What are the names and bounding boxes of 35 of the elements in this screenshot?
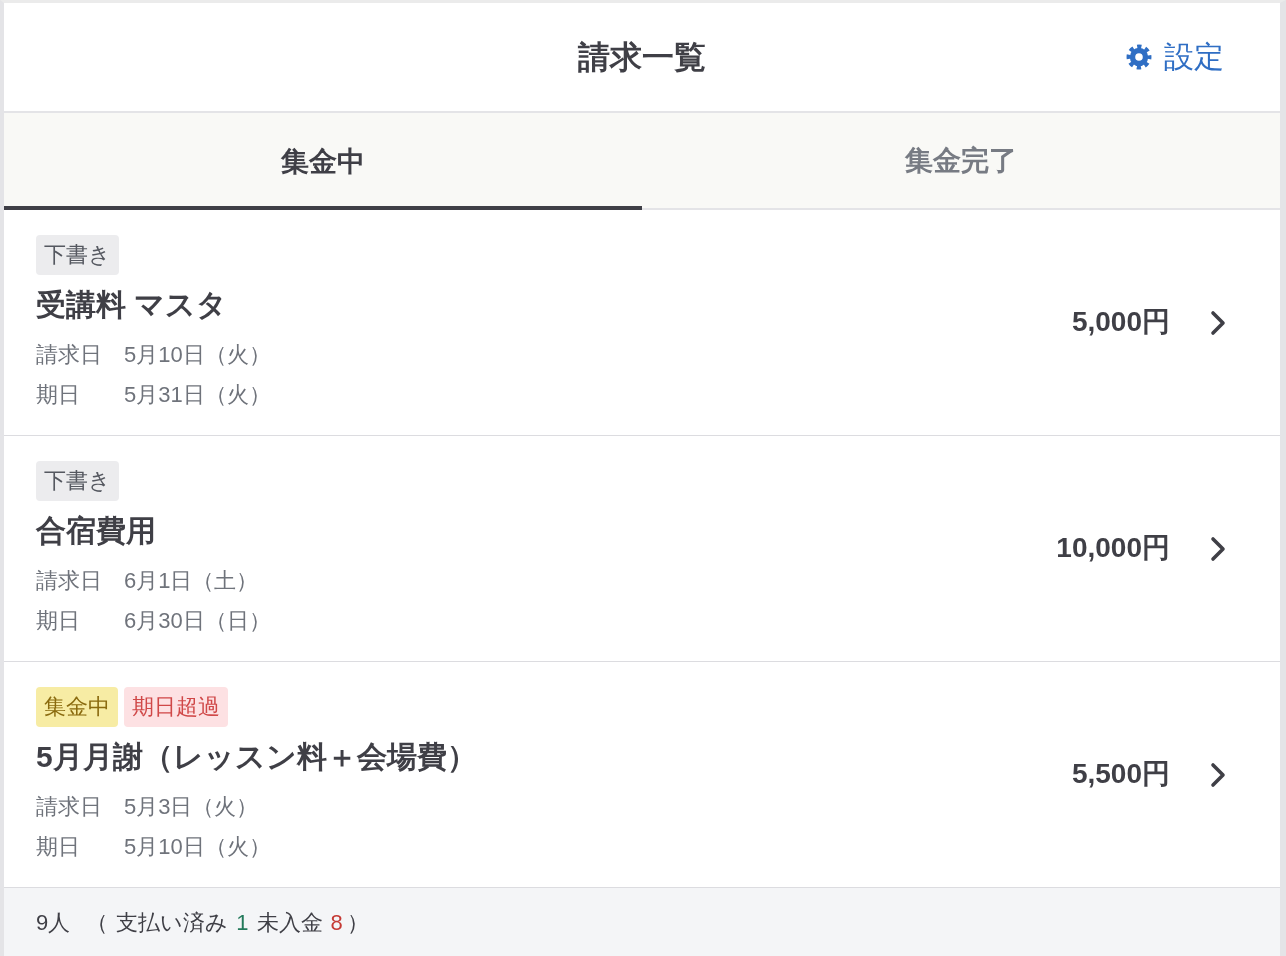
date-label: 期日 [36, 607, 81, 635]
draft-badge: 下書き [36, 460, 119, 501]
invoice-amount: 5,500円 [1071, 756, 1170, 791]
collecting-badge: 集金中 [36, 686, 118, 727]
bracket-text: （ [86, 908, 109, 937]
date-value: 5月31日（火） [124, 381, 271, 409]
chevron-right-icon [1210, 309, 1226, 336]
date-label: 請求日 [36, 793, 103, 821]
settings-icon [1126, 44, 1152, 70]
paid-count: 1 [236, 908, 249, 937]
unpaid-count: 8 [330, 908, 343, 937]
invoice-title: 5月月謝（レッスン料＋会場費） [36, 738, 477, 775]
date-value: 5月3日（火） [124, 793, 259, 821]
invoice-title: 受講料 マスタ [36, 286, 228, 323]
date-value: 5月10日（火） [124, 341, 271, 369]
chevron-right-icon [1210, 535, 1226, 562]
bracket-text: ） [346, 908, 369, 937]
date-value: 6月30日（日） [124, 607, 271, 635]
paid-label: 支払い済み [116, 908, 229, 937]
date-label: 期日 [36, 833, 81, 861]
date-value: 5月10日（火） [124, 833, 271, 861]
member-count: 9人 [36, 908, 71, 937]
date-label: 請求日 [36, 567, 103, 595]
draft-badge: 下書き [36, 234, 119, 275]
date-label: 期日 [36, 381, 81, 409]
overdue-badge: 期日超過 [124, 686, 228, 727]
date-label: 請求日 [36, 341, 103, 369]
page-title: 請求一覧 [578, 41, 706, 73]
invoice-amount: 10,000円 [1056, 530, 1170, 565]
unpaid-label: 未入金 [256, 908, 323, 937]
date-value: 6月1日（土） [124, 567, 259, 595]
settings-link[interactable]: 設定 [1126, 42, 1224, 72]
invoice-amount: 5,000円 [1071, 304, 1170, 339]
invoice-title: 合宿費用 [36, 512, 156, 549]
chevron-right-icon [1210, 761, 1226, 788]
